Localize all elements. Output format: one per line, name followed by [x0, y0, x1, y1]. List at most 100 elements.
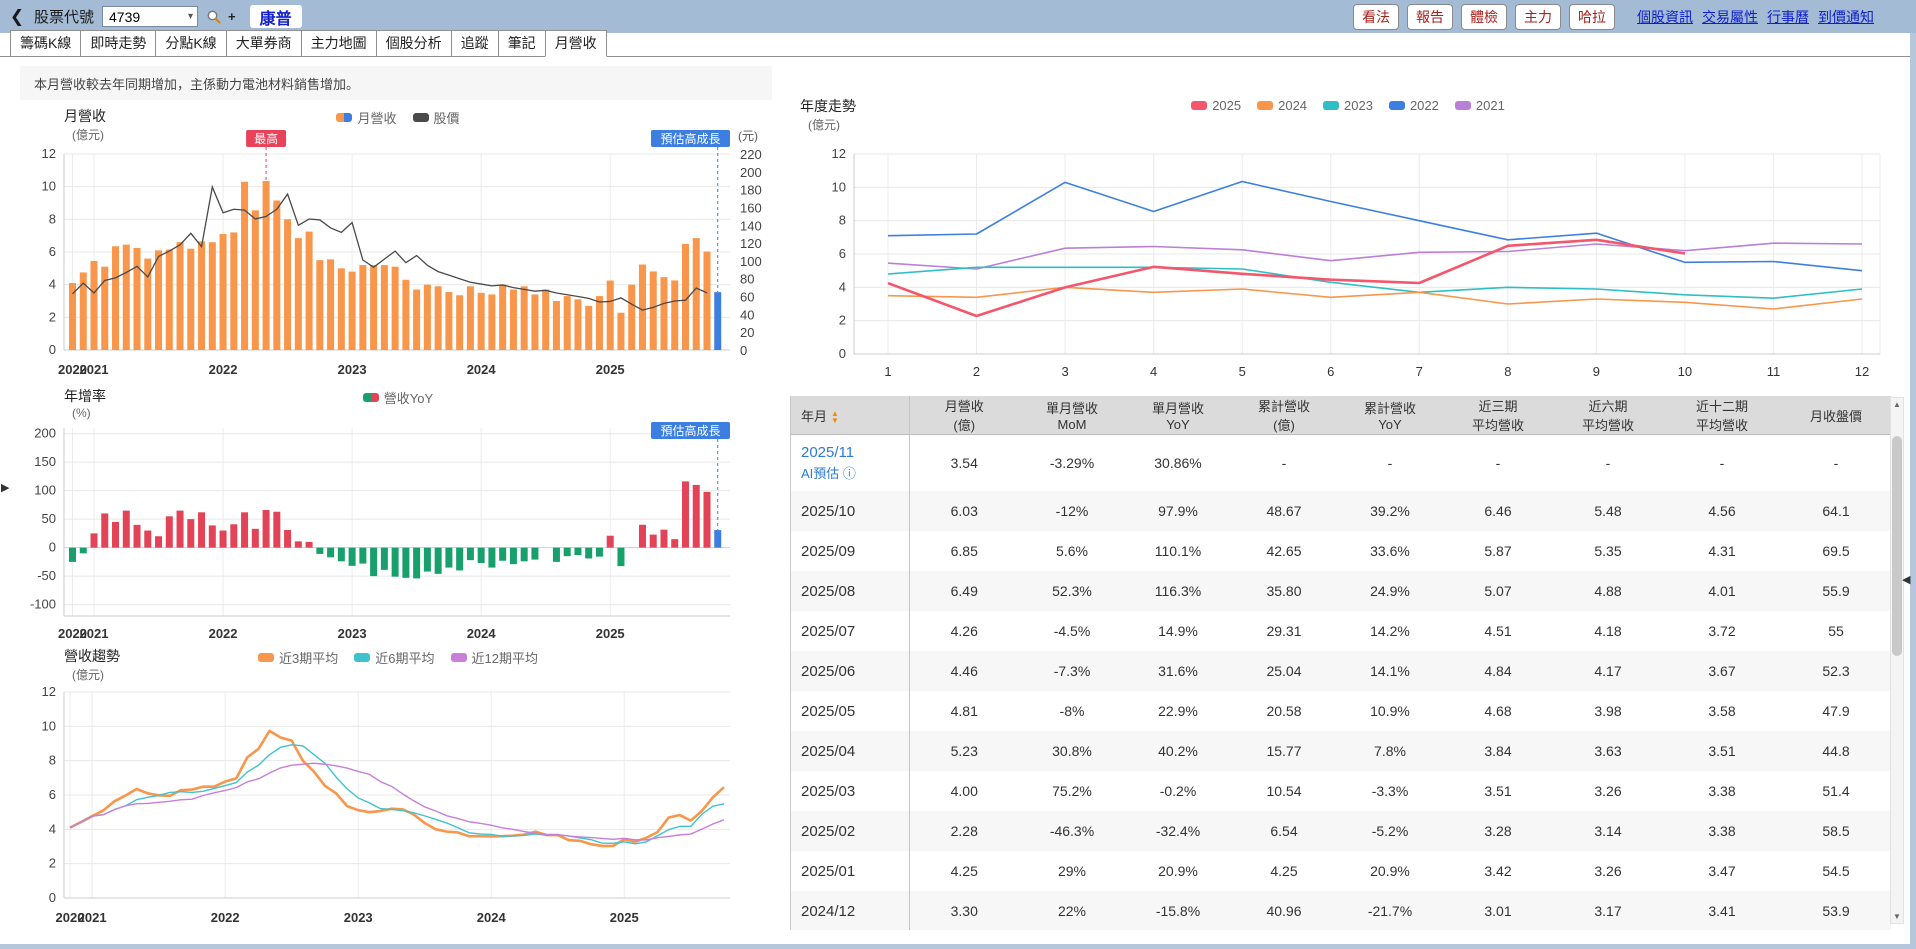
monthly-chart-title: 月營收: [64, 108, 106, 124]
table-cell: 3.17: [1594, 903, 1622, 919]
column-header: 單月營收 YoY: [1125, 396, 1231, 435]
table-cell: 35.80: [1266, 583, 1302, 599]
column-header[interactable]: 年月 ▲ ▼: [791, 396, 910, 435]
tab-branch-kline[interactable]: 分點K線: [155, 30, 227, 57]
tab-stock-analysis[interactable]: 個股分析: [375, 30, 452, 57]
table-cell: 3.63: [1594, 743, 1622, 759]
sort-icon[interactable]: ▲ ▼: [831, 410, 839, 425]
search-icon[interactable]: [206, 9, 222, 25]
price-alert-link[interactable]: 到價通知: [1818, 7, 1874, 27]
column-header: 月營收 (億): [909, 396, 1019, 435]
table-cell: 69.5: [1822, 543, 1850, 559]
svg-text:100: 100: [740, 254, 762, 269]
svg-text:2022: 2022: [209, 626, 238, 641]
table-row[interactable]: 2025/09 6.85 5.6% 110.1% 42.65 33.6% 5.87 5.35 4…: [791, 531, 1891, 571]
table-cell: 3.14: [1594, 823, 1622, 839]
revenue-trend-chart: 02468101220202021 2022 2023 2024 2025: [42, 684, 730, 925]
table-row[interactable]: 2025/11 AI預估 ⓘ 3.54 -3.29% 30.86% - - - - - -: [791, 434, 1891, 491]
table-cell: 7.8%: [1374, 743, 1406, 759]
trading-attr-link[interactable]: 交易屬性: [1702, 7, 1758, 27]
svg-text:80: 80: [740, 272, 754, 287]
table-cell: 4.68: [1484, 703, 1512, 719]
table-row[interactable]: 2025/01 4.25 29% 20.9% 4.25 20.9% 3.42 3.26 3.47…: [791, 851, 1891, 891]
chat-button[interactable]: 哈拉: [1569, 3, 1615, 30]
table-cell: 75.2%: [1052, 783, 1092, 799]
table-row[interactable]: 2025/03 4.00 75.2% -0.2% 10.54 -3.3% 3.51 3.26 3…: [791, 771, 1891, 811]
svg-text:預估高成長: 預估高成長: [660, 423, 720, 438]
right-pane-expander[interactable]: ◀: [1902, 570, 1910, 590]
opinion-button[interactable]: 看法: [1353, 3, 1399, 30]
svg-text:4: 4: [49, 821, 56, 836]
chevron-down-icon[interactable]: ▾: [188, 11, 193, 22]
table-cell: -21.7%: [1367, 903, 1413, 919]
table-row[interactable]: 2025/10 6.03 -12% 97.9% 48.67 39.2% 6.46 5.48 4.…: [791, 491, 1891, 531]
svg-text:6: 6: [1327, 364, 1334, 379]
table-cell: 4.00: [950, 783, 978, 799]
table-cell: 14.9%: [1158, 623, 1198, 639]
table-cell: 3.38: [1708, 823, 1736, 839]
tab-realtime[interactable]: 即時走勢: [80, 30, 157, 57]
back-icon[interactable]: ❮: [8, 7, 26, 27]
tab-big-orders[interactable]: 大單券商: [225, 30, 302, 57]
tab-monthly-revenue[interactable]: 月營收: [544, 30, 607, 57]
table-cell: 4.88: [1594, 583, 1622, 599]
svg-text:2023: 2023: [338, 362, 367, 377]
table-cell: -15.8%: [1155, 903, 1201, 919]
table-cell: -3.29%: [1049, 455, 1095, 471]
table-cell: 5.23: [950, 743, 978, 759]
info-icon[interactable]: ⓘ: [843, 466, 856, 481]
report-button[interactable]: 報告: [1407, 3, 1453, 30]
table-cell: 20.9%: [1370, 863, 1410, 879]
table-cell: -32.4%: [1155, 823, 1201, 839]
table-cell: -46.3%: [1049, 823, 1095, 839]
scroll-up-button[interactable]: ▲: [1891, 398, 1903, 411]
stock-info-link[interactable]: 個股資訊: [1637, 7, 1693, 27]
table-row[interactable]: 2025/06 4.46 -7.3% 31.6% 25.04 14.1% 4.84 4.17 3…: [791, 651, 1891, 691]
tab-watch[interactable]: 追蹤: [450, 30, 499, 57]
table-cell: 4.18: [1594, 623, 1622, 639]
column-header: 近三期 平均營收: [1443, 396, 1553, 435]
table-cell: -: [1387, 455, 1393, 471]
tab-notes[interactable]: 筆記: [497, 30, 546, 57]
table-cell: 10.54: [1266, 783, 1302, 799]
table-row[interactable]: 2025/05 4.81 -8% 22.9% 20.58 10.9% 4.68 3.98 3.5…: [791, 691, 1891, 731]
tab-chip-kline[interactable]: 籌碼K線: [10, 30, 82, 57]
annual-trend-chart: 0246810121 2 3 4 5 6 7 8 9 10 11 12: [832, 146, 1881, 379]
svg-text:200: 200: [740, 165, 762, 180]
table-cell: 51.4: [1822, 783, 1850, 799]
table-cell: 14.2%: [1370, 623, 1410, 639]
table-row[interactable]: 2025/04 5.23 30.8% 40.2% 15.77 7.8% 3.84 3.63 3.…: [791, 731, 1891, 771]
table-row[interactable]: 2025/02 2.28 -46.3% -32.4% 6.54 -5.2% 3.28 3.14…: [791, 811, 1891, 851]
table-cell: 22%: [1057, 903, 1087, 919]
table-cell: 14.1%: [1370, 663, 1410, 679]
stock-name-chip: 康普: [249, 5, 302, 28]
left-pane-expander[interactable]: ▶: [1, 478, 9, 498]
svg-text:8: 8: [839, 213, 846, 228]
table-cell: 55: [1828, 623, 1844, 639]
table-cell: -3.3%: [1371, 783, 1409, 799]
search-add-icon[interactable]: +: [228, 9, 236, 24]
table-cell: 5.87: [1484, 543, 1512, 559]
checkup-button[interactable]: 體檢: [1461, 3, 1507, 30]
stock-code-input[interactable]: [107, 7, 182, 26]
calendar-link[interactable]: 行事曆: [1767, 7, 1809, 27]
svg-text:12: 12: [42, 146, 56, 161]
scrollbar-thumb[interactable]: [1892, 436, 1902, 656]
table-scrollbar[interactable]: ▲ ▼: [1890, 397, 1904, 924]
svg-text:10: 10: [832, 179, 846, 194]
main-force-button[interactable]: 主力: [1515, 3, 1561, 30]
svg-text:4: 4: [49, 277, 56, 292]
svg-text:12: 12: [832, 146, 846, 161]
scroll-down-button[interactable]: ▼: [1891, 910, 1903, 923]
table-row[interactable]: 2024/12 3.30 22% -15.8% 40.96 -21.7% 3.01 3.17 3…: [791, 891, 1891, 930]
table-cell: 4.81: [950, 703, 978, 719]
year-month-cell: 2025/06: [791, 651, 910, 691]
table-row[interactable]: 2025/08 6.49 52.3% 116.3% 35.80 24.9% 5.07 4.88…: [791, 571, 1891, 611]
tab-force-map[interactable]: 主力地圖: [300, 30, 377, 57]
svg-text:8: 8: [49, 753, 56, 768]
svg-text:2022: 2022: [209, 362, 238, 377]
year-month-cell: 2025/03: [791, 771, 910, 811]
table-cell: 29%: [1057, 863, 1087, 879]
svg-text:9: 9: [1593, 364, 1600, 379]
table-row[interactable]: 2025/07 4.26 -4.5% 14.9% 29.31 14.2% 4.51 4.18 3…: [791, 611, 1891, 651]
